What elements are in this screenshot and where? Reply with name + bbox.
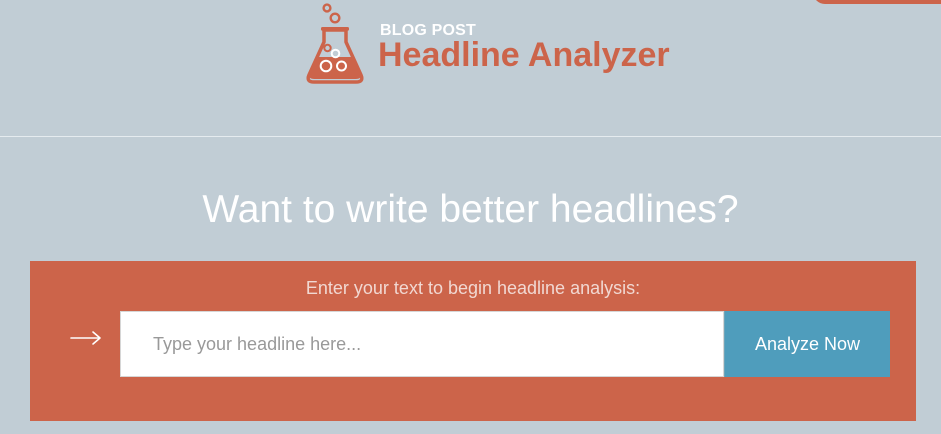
header-divider <box>0 136 941 137</box>
headline-analyzer-logo[interactable]: BLOG POST Headline Analyzer <box>304 2 684 92</box>
flask-icon <box>306 3 364 84</box>
logo-title: Headline Analyzer <box>378 36 670 74</box>
headline-analyzer-panel: Enter your text to begin headline analys… <box>30 261 916 421</box>
site-header: BLOG POST Headline Analyzer <box>0 0 941 137</box>
analyze-now-button[interactable]: Analyze Now <box>724 311 890 377</box>
analysis-prompt: Enter your text to begin headline analys… <box>305 278 641 298</box>
arrow-right-icon <box>70 331 101 345</box>
headline-input[interactable] <box>120 311 724 377</box>
hero-heading: Want to write better headlines? <box>202 188 739 231</box>
